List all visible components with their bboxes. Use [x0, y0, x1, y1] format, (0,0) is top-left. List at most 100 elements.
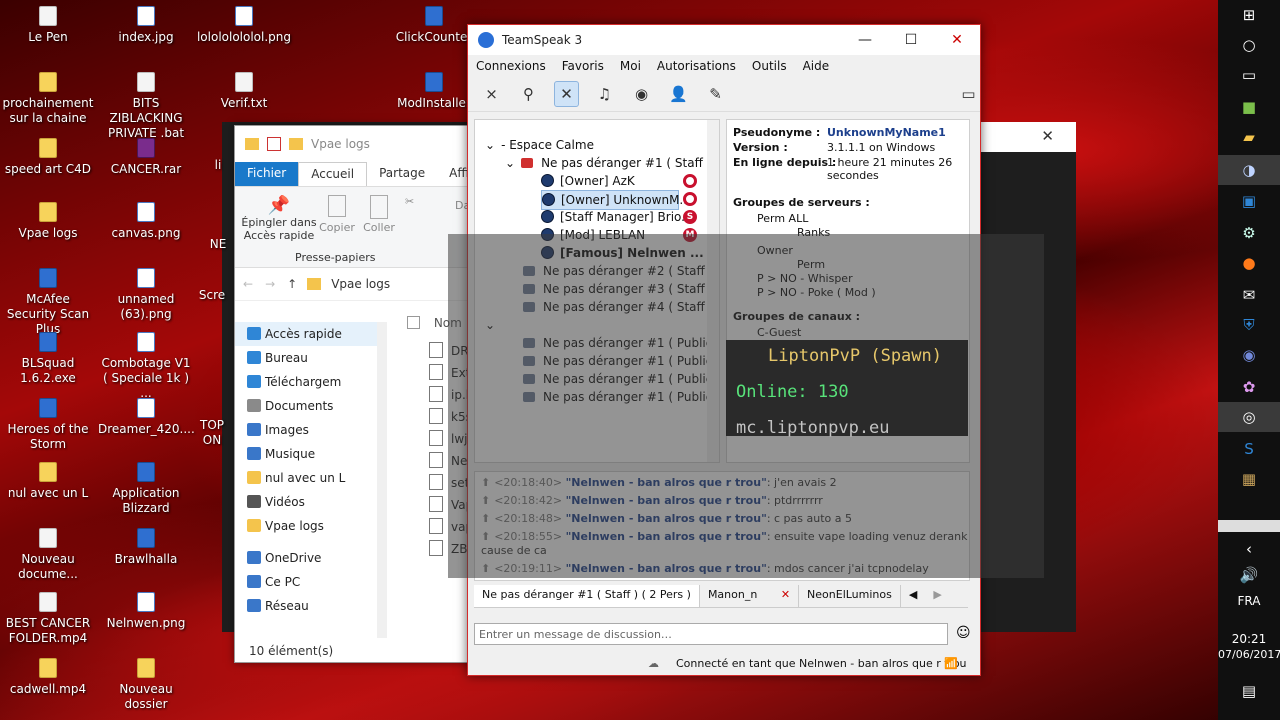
nav-item[interactable]: Réseau: [235, 594, 385, 618]
desktop-icon[interactable]: nul avec un L: [0, 462, 96, 501]
firefox-icon[interactable]: ●: [1218, 248, 1280, 278]
spacer-collapse[interactable]: ⌄: [485, 316, 495, 334]
battery-icon[interactable]: ▭: [957, 82, 980, 106]
desktop-icon[interactable]: cadwell.mp4: [0, 658, 96, 697]
checkbox-icon[interactable]: [267, 137, 281, 151]
desktop-icon[interactable]: Combotage V1 ( Speciale 1k ) ...: [98, 332, 194, 401]
mail-icon[interactable]: ✉: [1218, 280, 1280, 310]
package-icon[interactable]: ▦: [1218, 464, 1280, 494]
tab-scroll-left-icon[interactable]: ◀: [901, 585, 925, 607]
collapse-icon[interactable]: ⌄: [505, 156, 515, 170]
tab-channel-chat[interactable]: Ne pas déranger #1 ( Staff ) ( 2 Pers ): [474, 585, 700, 607]
user-node[interactable]: [Famous] Nelnwen ...: [541, 244, 704, 262]
nav-item[interactable]: Vpae logs: [235, 514, 385, 538]
collapse-icon[interactable]: ⌄: [485, 138, 495, 152]
menu-moi[interactable]: Moi: [612, 59, 649, 73]
desktop-icon[interactable]: prochainement sur la chaine: [0, 72, 96, 126]
nav-item[interactable]: Musique: [235, 442, 385, 466]
clock-time[interactable]: 20:21: [1218, 632, 1280, 646]
file-explorer-icon[interactable]: ▰: [1218, 122, 1280, 152]
desktop-icon[interactable]: Nouveau dossier: [98, 658, 194, 712]
nav-item[interactable]: OneDrive: [235, 546, 385, 570]
contacts-icon[interactable]: 👤: [667, 82, 690, 106]
scissors-icon[interactable]: ✂: [405, 195, 414, 208]
partial-icon-li[interactable]: li: [198, 158, 238, 173]
nav-item[interactable]: Ce PC: [235, 570, 385, 594]
desktop-icon[interactable]: BITS ZIBLACKING PRIVATE .bat: [98, 72, 194, 141]
away-icon[interactable]: ⚲: [517, 82, 540, 106]
channel-node[interactable]: Ne pas déranger #4 ( Staff ) ...: [523, 298, 719, 316]
channel-node[interactable]: Ne pas déranger #3 ( Staff ) ...: [523, 280, 719, 298]
minimize-icon[interactable]: —: [842, 25, 888, 55]
desktop-icon[interactable]: Nelnwen.png: [98, 592, 194, 631]
user-node[interactable]: [Owner] UnknownM...: [541, 190, 691, 210]
desktop-icon[interactable]: Dreamer_420....: [98, 398, 195, 437]
nav-scrollbar[interactable]: [377, 322, 387, 638]
tab-manon[interactable]: Manon_n ✕: [700, 585, 800, 607]
teamspeak-taskbar-icon[interactable]: ◑: [1218, 155, 1280, 185]
shield-icon[interactable]: ⛨: [1218, 310, 1280, 340]
obs-taskbar-icon[interactable]: ◎: [1218, 402, 1280, 432]
back-icon[interactable]: ←: [243, 277, 253, 291]
close-icon[interactable]: ✕: [934, 25, 980, 55]
desktop-icon[interactable]: CANCER.rar: [98, 138, 194, 177]
menu-outils[interactable]: Outils: [744, 59, 795, 73]
background-window-close-icon[interactable]: ✕: [1041, 127, 1054, 145]
desktop-icon[interactable]: Vpae logs: [0, 202, 96, 241]
desktop-icon[interactable]: Heroes of the Storm: [0, 398, 96, 452]
channel-node[interactable]: ⌄ Ne pas déranger #1 ( Staff ) ...: [505, 154, 719, 172]
nav-item[interactable]: Vidéos: [235, 490, 385, 514]
windows-start-icon[interactable]: ⊞: [1218, 0, 1280, 30]
chat-input[interactable]: Entrer un message de discussion…: [474, 623, 948, 645]
desktop-icon[interactable]: Verif.txt: [196, 72, 292, 111]
select-all-checkbox[interactable]: [407, 316, 420, 329]
user-node[interactable]: [Mod] LEBLAN: [541, 226, 645, 244]
user-node[interactable]: [Staff Manager] Brio...: [541, 208, 693, 226]
desktop-icon[interactable]: speed art C4D: [0, 138, 96, 177]
channel-node[interactable]: Ne pas déranger #1 ( Public ...: [523, 352, 719, 370]
mute-speaker-icon[interactable]: ♫: [593, 82, 616, 106]
cortana-icon[interactable]: ○: [1218, 30, 1280, 60]
whisper-icon[interactable]: ◉: [630, 82, 653, 106]
partial-icon-ne[interactable]: NE: [198, 237, 238, 252]
tab-fichier[interactable]: Fichier: [235, 162, 299, 186]
menu-connexions[interactable]: Connexions: [468, 59, 554, 73]
channel-node[interactable]: Ne pas déranger #1 ( Public ...: [523, 388, 719, 406]
desktop-icon[interactable]: lolololololol.png: [196, 6, 292, 45]
disconnect-icon[interactable]: ⨯: [480, 82, 503, 106]
desktop-icon[interactable]: canvas.png: [98, 202, 194, 241]
channel-node[interactable]: Ne pas déranger #1 ( Public ...: [523, 334, 719, 352]
menu-favoris[interactable]: Favoris: [554, 59, 612, 73]
plugin-icon[interactable]: ✎: [704, 82, 727, 106]
tree-scrollbar[interactable]: [707, 120, 719, 462]
tab-accueil[interactable]: Accueil: [298, 162, 368, 186]
up-icon[interactable]: ↑: [287, 277, 297, 291]
clock-date[interactable]: 07/06/2017: [1218, 648, 1280, 661]
file-row[interactable]: Nel: [429, 452, 471, 468]
copy-button[interactable]: Copier: [319, 195, 355, 234]
skype-icon[interactable]: S: [1218, 434, 1280, 464]
user-node[interactable]: [Owner] AzK: [541, 172, 635, 190]
desktop-icon[interactable]: Nouveau docume...: [0, 528, 96, 582]
forward-icon[interactable]: →: [265, 277, 275, 291]
partial-icon-scre[interactable]: Scre: [192, 288, 232, 303]
nav-item[interactable]: Documents: [235, 394, 385, 418]
address-bar[interactable]: ← → ↑ Vpae logs: [235, 268, 473, 301]
taskbar-scrollbar[interactable]: [1218, 520, 1280, 532]
server-node[interactable]: ⌄ - Espace Calme: [485, 136, 594, 154]
nav-item[interactable]: nul avec un L: [235, 466, 385, 490]
menu-aide[interactable]: Aide: [795, 59, 838, 73]
language-indicator[interactable]: FRA: [1218, 594, 1280, 608]
task-view-icon[interactable]: ▭: [1218, 60, 1280, 90]
discord-icon[interactable]: ◉: [1218, 340, 1280, 370]
notification-icon[interactable]: ▤: [1218, 676, 1280, 706]
emoji-icon[interactable]: ☺: [956, 625, 971, 641]
channel-node[interactable]: Ne pas déranger #1 ( Public ...: [523, 370, 719, 388]
nav-item[interactable]: Accès rapide: [235, 322, 385, 346]
pin-button[interactable]: 📌 Épingler dans Accès rapide: [241, 195, 317, 242]
desktop-icon[interactable]: unnamed (63).png: [98, 268, 194, 322]
desktop-icon[interactable]: McAfee Security Scan Plus: [0, 268, 96, 337]
maximize-icon[interactable]: ☐: [888, 25, 934, 55]
nav-item[interactable]: Téléchargem: [235, 370, 385, 394]
desktop-icon[interactable]: BLSquad 1.6.2.exe: [0, 332, 96, 386]
